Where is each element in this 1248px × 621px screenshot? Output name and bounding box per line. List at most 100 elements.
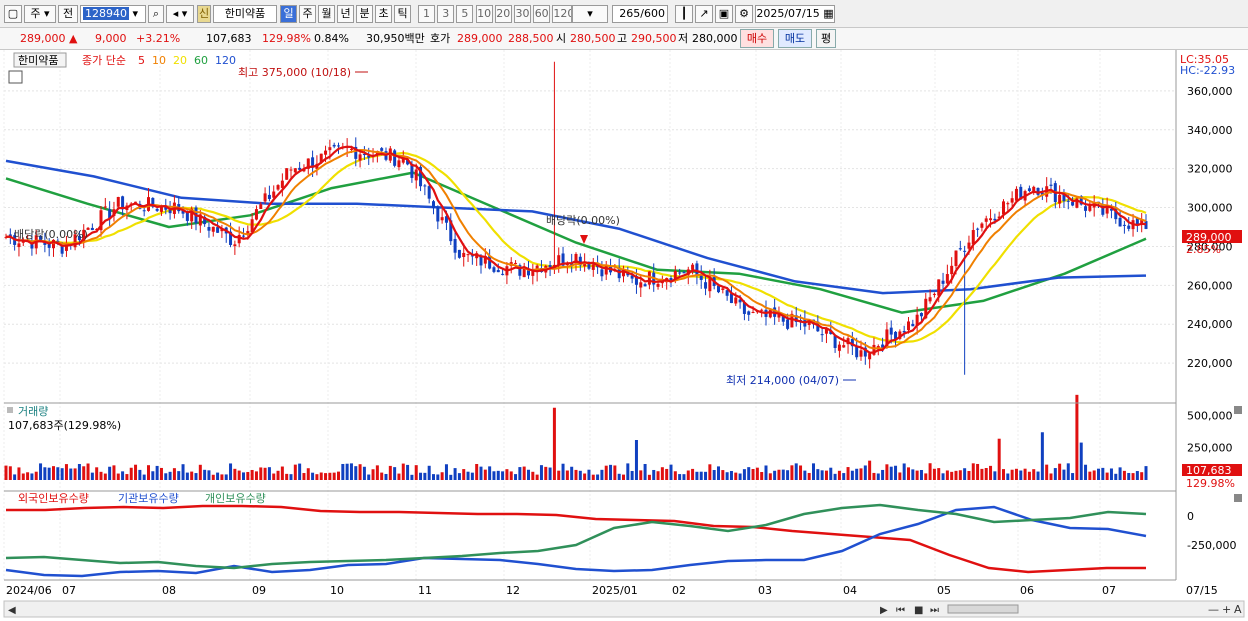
high-label: 고	[617, 32, 628, 45]
sell-button[interactable]: 매도	[778, 29, 812, 48]
code-input[interactable]: 128940 ▾	[80, 5, 146, 23]
volume-bar	[276, 470, 280, 480]
candle-body	[216, 227, 220, 233]
minute-button-10[interactable]: 10	[475, 5, 493, 23]
volume-bar	[380, 472, 384, 480]
period-button-6[interactable]: 틱	[394, 5, 411, 23]
volume-bar	[103, 473, 107, 480]
volume-bar	[561, 463, 565, 480]
volume-bar	[306, 468, 310, 480]
volume-bar	[587, 469, 591, 480]
buy-button[interactable]: 매수	[740, 29, 774, 48]
candle-body	[971, 230, 975, 245]
scope-button[interactable]: 전	[58, 5, 78, 23]
volume-bar	[349, 463, 353, 480]
zoom-slider[interactable]	[947, 604, 1019, 614]
x-tick-label: 03	[758, 584, 772, 597]
candle-body	[932, 293, 936, 295]
period-button-2[interactable]: 월	[318, 5, 335, 23]
minute-button-30[interactable]: 30	[514, 5, 531, 23]
settings-icon[interactable]: ⚙	[735, 5, 753, 23]
volume-bar	[958, 470, 962, 480]
stock-name[interactable]: 한미약품	[213, 5, 277, 23]
scroll-right-icon[interactable]: ▶	[880, 605, 888, 616]
volume-bar	[1045, 464, 1049, 480]
volume-bar	[522, 466, 526, 480]
volume-bar	[781, 469, 785, 480]
volume-bar	[1088, 471, 1092, 480]
x-tick-label: 12	[506, 584, 520, 597]
table-icon[interactable]	[8, 70, 23, 84]
zoom-in-icon[interactable]: +	[1222, 603, 1231, 616]
minute-button-1[interactable]: 1	[418, 5, 435, 23]
minute-button-5[interactable]: 5	[456, 5, 474, 23]
candle-body	[548, 265, 552, 268]
volume-bar	[708, 464, 712, 480]
volume-bar	[1010, 469, 1014, 480]
volume-bar	[259, 467, 263, 480]
holding-close-icon[interactable]	[1234, 494, 1242, 502]
candle-body	[786, 319, 790, 329]
volume-bar	[237, 470, 241, 480]
scroll-left-icon[interactable]: ◀	[8, 605, 16, 616]
rewind-icon[interactable]: ⏮	[896, 605, 905, 616]
scrollbar[interactable]	[3, 600, 1245, 618]
volume-bar	[492, 471, 496, 480]
eval-button[interactable]: 평	[816, 29, 836, 48]
open-label: 시	[556, 32, 567, 45]
unit-select[interactable]: ▾	[572, 5, 608, 23]
new-badge: 신	[197, 5, 211, 23]
minute-button-60[interactable]: 60	[533, 5, 551, 23]
save-icon[interactable]: ▣	[715, 5, 733, 23]
candle-body	[833, 335, 837, 348]
volume-bar	[488, 466, 492, 480]
candle-icon[interactable]: ┃	[675, 5, 693, 23]
volume-bar	[457, 473, 461, 480]
candle-body	[358, 154, 362, 161]
minute-button-120[interactable]: 120	[552, 5, 573, 23]
period-button-3[interactable]: 년	[337, 5, 354, 23]
volume-bar	[39, 463, 43, 480]
candle-body	[466, 254, 470, 256]
count-field[interactable]: 265/600	[612, 5, 668, 23]
candle-body	[397, 160, 401, 168]
volume-bar	[354, 466, 358, 480]
volume-bar	[1066, 463, 1070, 480]
period-button-1[interactable]: 주	[299, 5, 316, 23]
zoom-out-icon[interactable]: —	[1208, 603, 1219, 616]
volume-bar	[73, 468, 77, 480]
volume-bar	[60, 468, 64, 480]
candle-body	[591, 264, 595, 270]
volume-bar	[21, 473, 25, 480]
volume-bar	[729, 470, 733, 480]
volume-bar	[1127, 472, 1131, 480]
minute-button-3[interactable]: 3	[437, 5, 455, 23]
stop-icon[interactable]: ■	[914, 605, 923, 616]
layout-icon[interactable]: ▢	[4, 5, 22, 23]
volume-bar	[894, 465, 898, 480]
volume-bar	[837, 470, 841, 480]
volume-bar	[1114, 473, 1118, 480]
candle-body	[941, 280, 945, 284]
date-field[interactable]: 2025/07/15 ▦	[755, 5, 835, 23]
period-select[interactable]: 주 ▾	[24, 5, 56, 23]
period-button-0[interactable]: 일	[280, 5, 297, 23]
volume-bar	[678, 474, 682, 480]
volume-close-icon[interactable]	[1234, 406, 1242, 414]
candle-body	[440, 217, 444, 221]
volume-bar	[1049, 473, 1053, 480]
minute-button-20[interactable]: 20	[494, 5, 512, 23]
stock-chart[interactable]: 360,000340,000320,000300,000280,000260,0…	[0, 50, 1248, 621]
speaker-icon[interactable]: ◂ ▾	[166, 5, 194, 23]
volume-bar	[919, 469, 923, 480]
period-button-4[interactable]: 분	[356, 5, 373, 23]
period-button-5[interactable]: 초	[375, 5, 392, 23]
ma-legend-5: 5	[138, 54, 145, 67]
volume-bar	[358, 464, 362, 480]
volume-bar	[125, 474, 129, 480]
font-size-icon[interactable]: A	[1234, 603, 1242, 616]
forward-icon[interactable]: ⏭	[930, 605, 939, 616]
chart-type-icon[interactable]: ↗	[695, 5, 713, 23]
search-icon[interactable]: ⌕	[148, 5, 164, 23]
y-tick-label: 320,000	[1187, 163, 1233, 176]
